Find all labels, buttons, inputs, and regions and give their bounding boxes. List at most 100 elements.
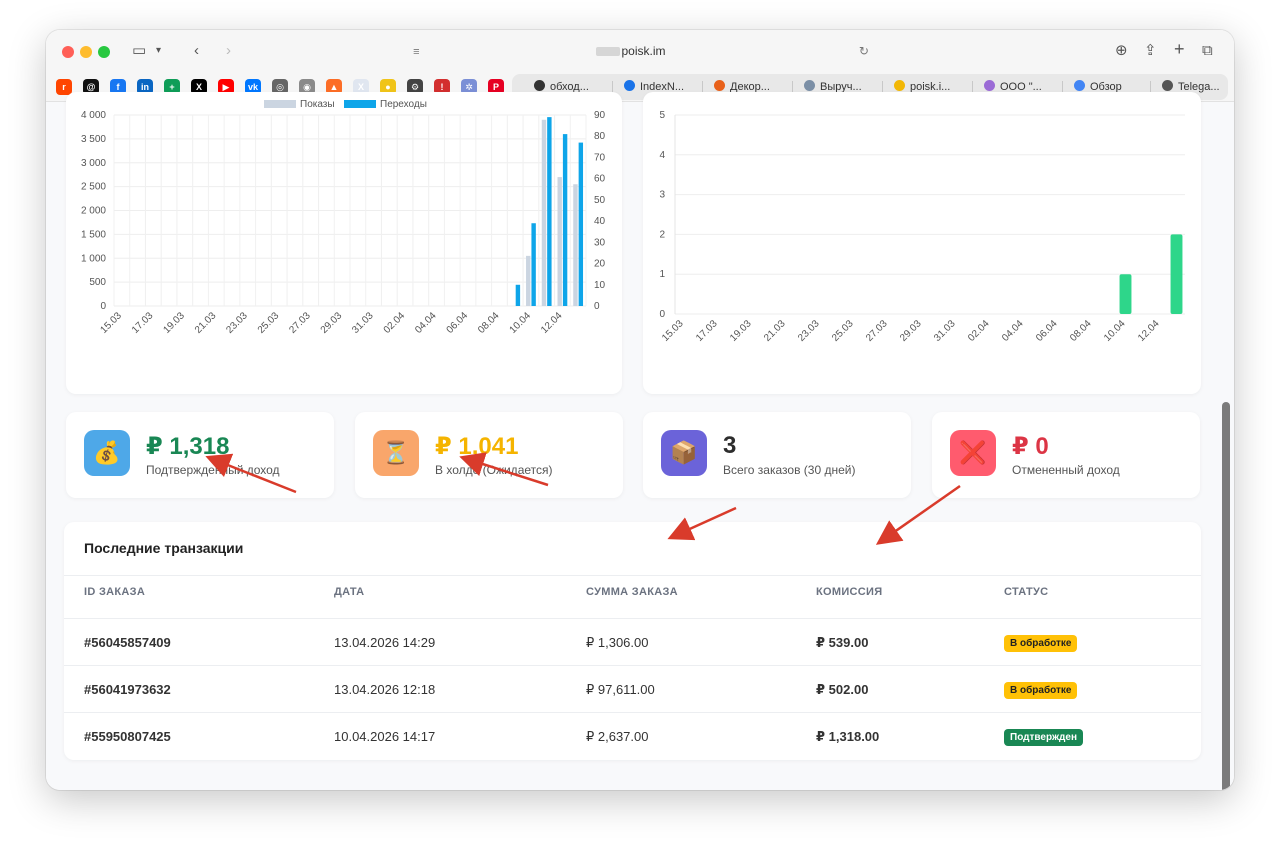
y-left-tick-label: 2 500 bbox=[81, 182, 106, 193]
amount-cell: ₽ 97,611.00 bbox=[586, 682, 655, 697]
x-tick-label: 25.03 bbox=[830, 318, 856, 344]
title-bar: ▭ ▾ ‹ › ≡ poisk.im ↻ ⊕ ⇪ + ⧉ bbox=[46, 30, 1234, 72]
y-left-tick-label: 4 000 bbox=[81, 110, 106, 121]
date-cell: 13.04.2026 12:18 bbox=[334, 682, 436, 697]
divider bbox=[64, 575, 1201, 576]
table-row[interactable]: #55950807425 10.04.2026 14:17 ₽ 2,637.00 ₽ … bbox=[64, 713, 1201, 759]
bar-impressions-13.04 bbox=[573, 184, 578, 306]
x-tick-label: 27.03 bbox=[287, 310, 313, 336]
status-badge: В обработке bbox=[1004, 635, 1078, 652]
header-order-id: ID ЗАКАЗА bbox=[84, 586, 146, 598]
y-left-tick-label: 3 500 bbox=[81, 134, 106, 145]
y-right-tick-label: 30 bbox=[594, 237, 606, 248]
stat-label: В холде (Ожидается) bbox=[435, 463, 553, 477]
stat-label: Всего заказов (30 дней) bbox=[723, 463, 856, 477]
table-row[interactable]: #56041973632 13.04.2026 12:18 ₽ 97,611.00 ₽… bbox=[64, 666, 1201, 713]
legend-label-impressions: Показы bbox=[300, 99, 335, 110]
y-right-tick-label: 90 bbox=[594, 110, 606, 121]
transactions-title: Последние транзакции bbox=[84, 540, 244, 556]
scrollbar[interactable] bbox=[1222, 402, 1230, 790]
y-right-tick-label: 80 bbox=[594, 131, 606, 142]
x-tick-label: 06.04 bbox=[1034, 318, 1060, 344]
x-tick-label: 21.03 bbox=[762, 318, 788, 344]
tab-favicon-icon bbox=[984, 80, 995, 91]
bar-clicks-09.04 bbox=[515, 284, 521, 306]
y-left-tick-label: 0 bbox=[100, 301, 106, 312]
status-badge: В обработке bbox=[1004, 682, 1078, 699]
y-right-tick-label: 10 bbox=[594, 280, 606, 291]
x-tick-label: 15.03 bbox=[99, 310, 125, 336]
confirmed-income-card: 💰 ₽ 1,318 Подтвержденный доход bbox=[66, 412, 334, 498]
bar-impressions-12.04 bbox=[557, 177, 562, 306]
x-tick-label: 17.03 bbox=[694, 318, 720, 344]
x-tick-label: 10.04 bbox=[1102, 318, 1128, 344]
y-tick-label: 4 bbox=[659, 150, 665, 161]
bar-impressions-11.04 bbox=[541, 119, 547, 307]
y-right-tick-label: 70 bbox=[594, 152, 606, 163]
x-tick-label: 12.04 bbox=[539, 310, 565, 336]
x-tick-label: 08.04 bbox=[1068, 318, 1094, 344]
stat-value: ₽ 0 bbox=[1012, 433, 1049, 460]
page-content: 0 500 1 000 1 500 2 000 2 500 3 000 3 500 4 000 0… bbox=[46, 92, 1234, 790]
orders-chart: 0 1 2 3 4 5 15.03 17.03 19.03 21.03 23.03 25.03 27.0… bbox=[659, 110, 1185, 344]
tab-favicon-icon bbox=[534, 80, 545, 91]
x-tick-label: 08.04 bbox=[476, 310, 502, 336]
x-tick-label: 02.04 bbox=[966, 318, 992, 344]
y-right-tick-label: 40 bbox=[594, 216, 606, 227]
blurred-subdomain bbox=[595, 47, 620, 57]
impressions-clicks-chart: 05001 0001 5002 0002 5003 0003 5004 0000… bbox=[81, 99, 606, 336]
sidebar-toggle-icon[interactable]: ▭ bbox=[132, 42, 146, 60]
amount-cell: ₽ 2,637.00 bbox=[586, 729, 649, 744]
tab-favicon-icon bbox=[804, 80, 815, 91]
bar-clicks-10.04 bbox=[531, 223, 536, 306]
status-badge: Подтвержден bbox=[1004, 729, 1084, 746]
x-tick-label: 06.04 bbox=[445, 310, 471, 336]
transactions-card: Последние транзакции ID ЗАКАЗА ДАТА СУММ… bbox=[64, 522, 1201, 760]
table-row[interactable]: #56045857409 13.04.2026 14:29 ₽ 1,306.00 ₽ … bbox=[64, 619, 1201, 666]
zoom-window-button[interactable] bbox=[98, 46, 110, 58]
x-tick-label: 02.04 bbox=[382, 310, 408, 336]
back-icon[interactable]: ‹ bbox=[194, 42, 199, 60]
order-id-cell: #55950807425 bbox=[84, 729, 171, 744]
x-tick-label: 12.04 bbox=[1136, 318, 1162, 344]
package-icon: 📦 bbox=[661, 430, 707, 476]
share-icon[interactable]: ⇪ bbox=[1144, 42, 1157, 60]
stat-value: ₽ 1,318 bbox=[146, 433, 230, 460]
tab-favicon-icon bbox=[624, 80, 635, 91]
x-tick-label: 15.03 bbox=[660, 318, 686, 344]
minimize-window-button[interactable] bbox=[80, 46, 92, 58]
reader-icon[interactable]: ≡ bbox=[413, 46, 419, 58]
commission-cell: ₽ 539.00 bbox=[816, 635, 869, 650]
stat-label: Отмененный доход bbox=[1012, 463, 1120, 477]
order-id-cell: #56041973632 bbox=[84, 682, 171, 697]
legend-swatch-impressions bbox=[264, 100, 296, 108]
x-tick-label: 04.04 bbox=[413, 310, 439, 336]
header-date: ДАТА bbox=[334, 586, 365, 598]
x-tick-label: 23.03 bbox=[796, 318, 822, 344]
download-icon[interactable]: ⊕ bbox=[1115, 42, 1128, 60]
legend-label-clicks: Переходы bbox=[380, 99, 427, 110]
stat-value: 3 bbox=[723, 432, 737, 459]
x-tick-label: 04.04 bbox=[1000, 318, 1026, 344]
tab-overview-icon[interactable]: ⧉ bbox=[1202, 42, 1213, 60]
header-status: СТАТУС bbox=[1004, 586, 1049, 598]
y-right-tick-label: 60 bbox=[594, 174, 606, 185]
cancelled-income-card: ❌ ₽ 0 Отмененный доход bbox=[932, 412, 1200, 498]
x-tick-label: 23.03 bbox=[224, 310, 250, 336]
y-right-tick-label: 0 bbox=[594, 301, 600, 312]
address-bar[interactable]: ≡ poisk.im ↻ bbox=[406, 42, 876, 62]
hold-income-card: ⏳ ₽ 1,041 В холде (Ожидается) bbox=[355, 412, 623, 498]
bar-orders-13.04 bbox=[1170, 234, 1183, 314]
close-window-button[interactable] bbox=[62, 46, 74, 58]
reload-icon[interactable]: ↻ bbox=[859, 44, 869, 58]
y-tick-label: 3 bbox=[659, 190, 665, 201]
url-domain: poisk.im bbox=[621, 44, 666, 58]
y-right-tick-label: 50 bbox=[594, 195, 606, 206]
impressions-clicks-chart-card: 0 500 1 000 1 500 2 000 2 500 3 000 3 500 4 000 0… bbox=[66, 92, 622, 394]
y-left-tick-label: 500 bbox=[89, 277, 106, 288]
scrollbar-thumb[interactable] bbox=[1222, 402, 1230, 790]
chevron-down-icon[interactable]: ▾ bbox=[156, 42, 161, 60]
bar-clicks-13.04 bbox=[578, 142, 584, 306]
tab-favicon-icon bbox=[1162, 80, 1173, 91]
new-tab-icon[interactable]: + bbox=[1174, 40, 1185, 58]
